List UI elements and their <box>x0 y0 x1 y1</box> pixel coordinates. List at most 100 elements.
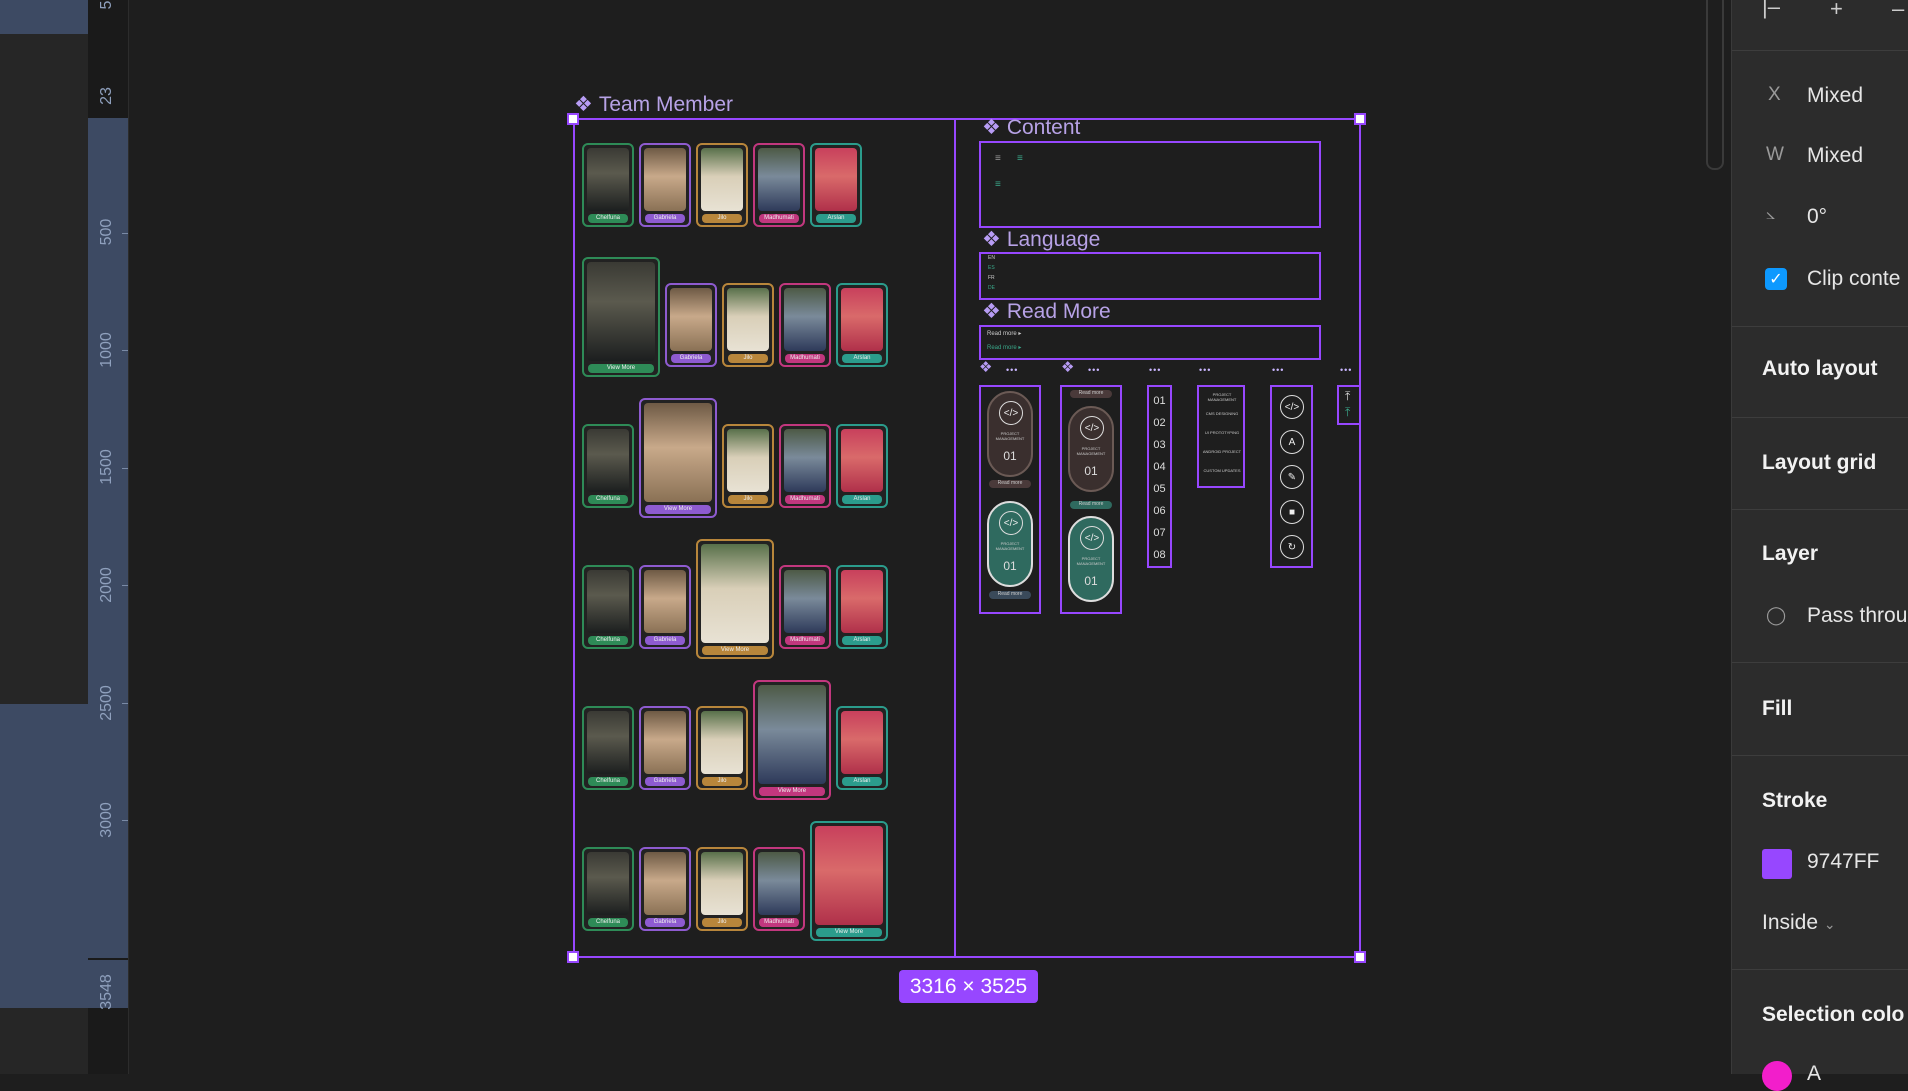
team-card[interactable]: Chelfuna <box>582 706 634 790</box>
fill-header[interactable]: Fill <box>1762 697 1792 721</box>
team-card[interactable]: Madhumati <box>779 283 831 367</box>
resize-handle-top-right[interactable] <box>1354 113 1366 125</box>
resize-handle-top-left[interactable] <box>567 113 579 125</box>
page-number[interactable]: 01 <box>1149 395 1170 407</box>
rotation-input[interactable]: 0° <box>1807 205 1827 229</box>
team-card[interactable]: Chelfuna <box>582 424 634 508</box>
resize-handle-bottom-right[interactable] <box>1354 951 1366 963</box>
more-icon[interactable]: ••• <box>1006 365 1018 375</box>
team-card[interactable]: Gabriela <box>639 847 691 931</box>
view-more-button[interactable]: View More <box>588 364 654 373</box>
team-card[interactable]: Chelfuna <box>582 143 634 227</box>
team-card[interactable]: Gabriela <box>639 565 691 649</box>
more-icon[interactable]: ••• <box>1088 365 1100 375</box>
more-icon[interactable]: ••• <box>1199 365 1211 375</box>
team-card[interactable]: Jilo <box>722 424 774 508</box>
language-component[interactable]: EN ES FR DE <box>979 252 1321 300</box>
service-item[interactable]: CMS DESIGNING <box>1202 411 1242 416</box>
language-frame-title[interactable]: ❖ Language <box>982 227 1100 252</box>
team-card[interactable]: Arslan <box>810 143 862 227</box>
page-number[interactable]: 05 <box>1149 483 1170 495</box>
service-item[interactable]: ANDROID PROJECT <box>1202 449 1242 454</box>
read-more-component[interactable]: Read more ▸ Read more ▸ <box>979 325 1321 360</box>
team-member-frame-title[interactable]: ❖ Team Member <box>574 92 733 117</box>
number-list-component[interactable]: 01 02 03 04 05 06 07 08 <box>1147 385 1172 568</box>
square-icon[interactable]: ■ <box>1280 500 1304 524</box>
clip-content-label[interactable]: Clip conte <box>1807 267 1900 291</box>
stroke-hex-input[interactable]: 9747FF <box>1807 850 1879 874</box>
team-card[interactable]: Jilo <box>722 283 774 367</box>
team-card[interactable]: Gabriela <box>639 706 691 790</box>
align-right-icon[interactable]: – <box>1892 0 1904 22</box>
text-format-icon[interactable]: A <box>1280 430 1304 454</box>
project-card[interactable]: </> PROJECT MANAGEMENT 01 <box>987 391 1033 477</box>
team-card[interactable]: Madhumati <box>753 847 805 931</box>
project-card[interactable]: </> PROJECT MANAGEMENT 01 <box>1068 406 1114 492</box>
team-card-expanded[interactable]: View More <box>582 257 660 377</box>
more-icon[interactable]: ••• <box>1149 365 1161 375</box>
language-option[interactable]: ES <box>988 265 995 271</box>
team-card[interactable]: Madhumati <box>753 143 805 227</box>
language-option[interactable]: DE <box>988 285 995 291</box>
service-list-component[interactable]: PROJECT MANAGEMENT CMS DESIGNING UI PROTOT… <box>1197 385 1245 488</box>
team-card[interactable]: Arslan <box>836 706 888 790</box>
page-number[interactable]: 02 <box>1149 417 1170 429</box>
refresh-icon[interactable]: ↻ <box>1280 535 1304 559</box>
stroke-align-select[interactable]: Inside ⌄ <box>1762 911 1836 935</box>
language-option[interactable]: EN <box>988 255 995 261</box>
team-card[interactable]: Madhumati <box>779 565 831 649</box>
team-card[interactable]: Chelfuna <box>582 847 634 931</box>
view-more-button[interactable]: View More <box>645 505 711 514</box>
selection-color-swatch[interactable] <box>1762 1061 1792 1091</box>
page-number[interactable]: 06 <box>1149 505 1170 517</box>
blend-mode-select[interactable]: Pass throu <box>1807 604 1907 628</box>
team-card[interactable]: Arslan <box>836 565 888 649</box>
language-option[interactable]: FR <box>988 275 995 281</box>
team-card-expanded[interactable]: View More <box>639 398 717 518</box>
read-more-button[interactable]: Read more <box>1070 390 1112 398</box>
page-number[interactable]: 03 <box>1149 439 1170 451</box>
page-number[interactable]: 07 <box>1149 527 1170 539</box>
team-card-expanded[interactable]: View More <box>810 821 888 941</box>
view-more-button[interactable]: View More <box>702 646 768 655</box>
team-card-expanded[interactable]: View More <box>753 680 831 800</box>
service-item[interactable]: CUSTOM UPDATES <box>1202 468 1242 473</box>
selection-color-hex[interactable]: A <box>1807 1062 1821 1086</box>
width-input[interactable]: Mixed <box>1807 144 1863 168</box>
team-card[interactable]: Gabriela <box>665 283 717 367</box>
layout-grid-header[interactable]: Layout grid <box>1762 451 1876 475</box>
read-more-button[interactable]: Read more <box>1070 501 1112 509</box>
project-card-active[interactable]: </> PROJECT MANAGEMENT 01 <box>987 501 1033 587</box>
stroke-header[interactable]: Stroke <box>1762 789 1827 813</box>
team-card[interactable]: Gabriela <box>639 143 691 227</box>
resize-handle-bottom-left[interactable] <box>567 951 579 963</box>
team-card[interactable]: Arslan <box>836 283 888 367</box>
x-input[interactable]: Mixed <box>1807 84 1863 108</box>
view-more-button[interactable]: View More <box>816 928 882 937</box>
more-icon[interactable]: ••• <box>1272 365 1284 375</box>
clip-content-checkbox[interactable]: ✓ <box>1765 268 1787 290</box>
content-frame-title[interactable]: ❖ Content <box>982 115 1080 140</box>
project-card-component[interactable]: Read more </> PROJECT MANAGEMENT 01 Read… <box>1060 385 1122 614</box>
canvas-scrollbar[interactable] <box>1706 0 1724 170</box>
project-card-active[interactable]: </> PROJECT MANAGEMENT 01 <box>1068 516 1114 602</box>
icon-list-component[interactable]: </> A ✎ ■ ↻ <box>1270 385 1313 568</box>
more-icon[interactable]: ••• <box>1340 365 1352 375</box>
read-more-link[interactable]: Read more ▸ <box>987 330 1021 337</box>
auto-layout-header[interactable]: Auto layout <box>1762 357 1878 381</box>
team-card[interactable]: Arslan <box>836 424 888 508</box>
read-more-button[interactable]: Read more <box>989 480 1031 488</box>
code-icon[interactable]: </> <box>1280 395 1304 419</box>
brush-icon[interactable]: ✎ <box>1280 465 1304 489</box>
page-number[interactable]: 04 <box>1149 461 1170 473</box>
team-card[interactable]: Jilo <box>696 847 748 931</box>
stroke-color-swatch[interactable] <box>1762 849 1792 879</box>
team-card[interactable]: Jilo <box>696 706 748 790</box>
read-more-button[interactable]: Read more <box>989 591 1031 599</box>
arrow-up-icon[interactable]: ⤒ <box>1345 389 1350 404</box>
scroll-top-component[interactable]: ⤒ ⤒ <box>1337 385 1361 425</box>
view-more-button[interactable]: View More <box>759 787 825 796</box>
arrow-up-icon[interactable]: ⤒ <box>1345 405 1350 420</box>
team-card[interactable]: Madhumati <box>779 424 831 508</box>
align-center-icon[interactable]: + <box>1830 0 1843 22</box>
